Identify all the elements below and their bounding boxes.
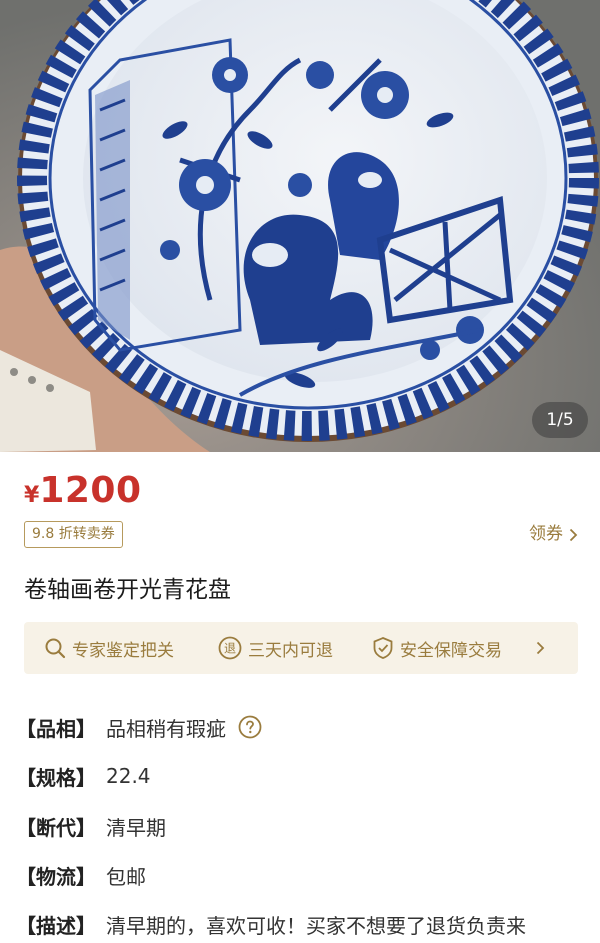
attribute-key: 【物流】 bbox=[16, 864, 96, 889]
attribute-dating: 【断代】 清早期 bbox=[16, 811, 166, 841]
attribute-value: 品相稍有瑕疵 bbox=[106, 716, 226, 741]
magnifier-icon bbox=[45, 638, 66, 659]
guarantee-label: 专家鉴定把关 bbox=[72, 640, 174, 661]
attribute-shipping: 【物流】 包邮 bbox=[16, 860, 146, 890]
attribute-value: 清早期的，喜欢可收！买家不想要了退货负责来 bbox=[106, 913, 526, 938]
product-photo[interactable]: 1/5 bbox=[0, 0, 600, 452]
attribute-condition: 【品相】 品相稍有瑕疵 bbox=[16, 712, 262, 742]
price: ¥1200 bbox=[24, 470, 142, 511]
guarantee-label: 三天内可退 bbox=[248, 640, 333, 661]
attribute-description: 【描述】 清早期的，喜欢可收！买家不想要了退货负责来 bbox=[16, 909, 526, 939]
image-counter: 1/5 bbox=[532, 402, 588, 438]
attribute-value: 22.4 bbox=[106, 764, 151, 788]
attribute-spec: 【规格】 22.4 bbox=[16, 761, 151, 791]
return-badge-text: 退 bbox=[224, 642, 236, 656]
return-badge-icon: 退 bbox=[218, 636, 242, 660]
guarantee-expert-appraisal: 专家鉴定把关 bbox=[44, 636, 218, 661]
chevron-right-icon bbox=[569, 528, 578, 541]
shield-check-icon bbox=[373, 637, 393, 659]
guarantee-label: 安全保障交易 bbox=[400, 640, 502, 661]
guarantee-more[interactable] bbox=[536, 641, 545, 655]
condition-help[interactable] bbox=[238, 715, 262, 739]
chevron-right-icon bbox=[536, 641, 545, 655]
attribute-value: 清早期 bbox=[106, 815, 166, 840]
guarantee-secure-trade: 安全保障交易 bbox=[372, 636, 526, 661]
attribute-key: 【描述】 bbox=[16, 913, 96, 938]
question-icon[interactable] bbox=[238, 715, 262, 739]
guarantee-three-day-return: 退 三天内可退 bbox=[218, 636, 372, 661]
guarantee-bar[interactable]: 专家鉴定把关 退 三天内可退 安全保障交易 bbox=[24, 622, 578, 674]
attribute-key: 【规格】 bbox=[16, 765, 96, 790]
attribute-key: 【品相】 bbox=[16, 716, 96, 741]
coupon-badge[interactable]: 9.8 折转卖券 bbox=[24, 521, 123, 548]
product-title: 卷轴画卷开光青花盘 bbox=[24, 577, 231, 603]
claim-coupon-button[interactable]: 领券 bbox=[529, 521, 578, 548]
attribute-value: 包邮 bbox=[106, 864, 146, 889]
price-amount: 1200 bbox=[39, 470, 142, 511]
currency-symbol: ¥ bbox=[24, 483, 40, 508]
plate-illustration bbox=[0, 0, 600, 452]
attribute-key: 【断代】 bbox=[16, 815, 96, 840]
claim-coupon-label: 领券 bbox=[529, 524, 563, 544]
